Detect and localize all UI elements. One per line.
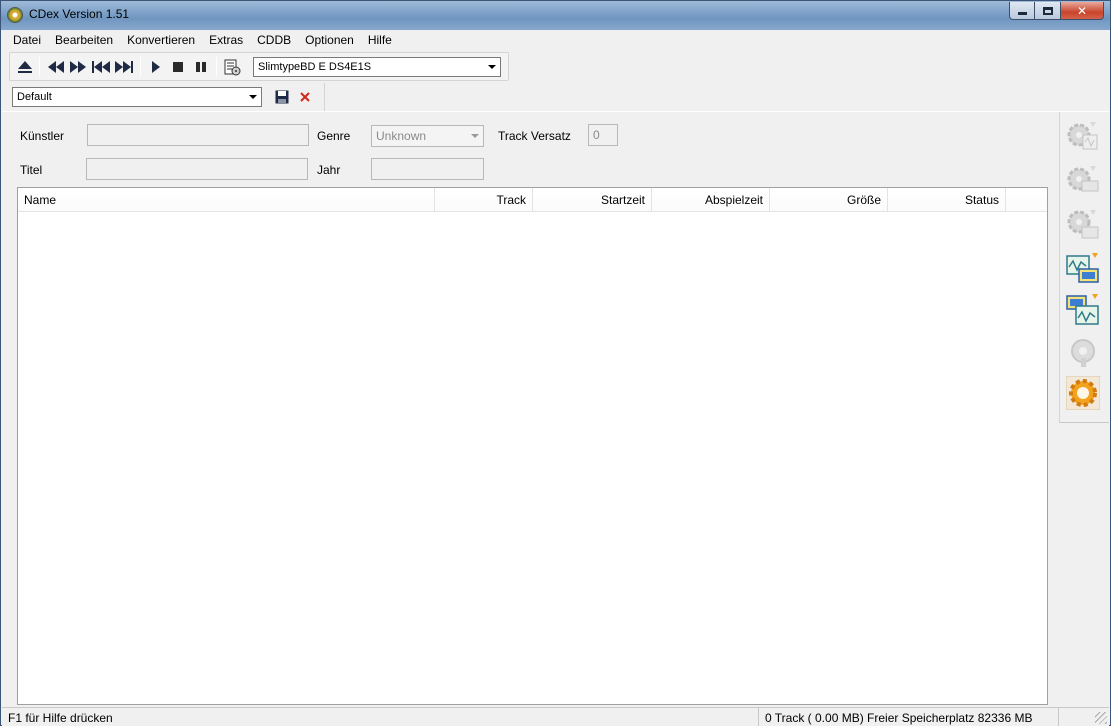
maximize-icon — [1042, 6, 1053, 15]
pause-icon — [196, 62, 206, 72]
menu-konvertieren[interactable]: Konvertieren — [120, 33, 202, 47]
toolbar-separator — [39, 57, 40, 77]
extract-cd-to-wav-icon — [1067, 122, 1098, 150]
menu-datei[interactable]: Datei — [2, 33, 48, 47]
profile-select-value: Default — [17, 91, 52, 103]
rewind-button[interactable] — [46, 58, 66, 76]
delete-profile-button[interactable] — [296, 88, 314, 106]
chevron-down-icon — [249, 95, 257, 99]
artist-input[interactable] — [87, 124, 309, 146]
column-header-play-time[interactable]: Abspielzeit — [652, 188, 770, 212]
rewind-icon — [48, 61, 64, 73]
fast-forward-button[interactable] — [68, 58, 88, 76]
window-title: CDex Version 1.51 — [29, 7, 130, 21]
help-button[interactable] — [1066, 336, 1100, 370]
column-header-track[interactable]: Track — [435, 188, 533, 212]
column-header-start-time[interactable]: Startzeit — [533, 188, 652, 212]
settings-button[interactable] — [1065, 375, 1101, 411]
genre-select-value: Unknown — [376, 129, 427, 143]
stop-button[interactable] — [170, 58, 186, 76]
menu-bar: Datei Bearbeiten Konvertieren Extras CDD… — [2, 30, 1109, 50]
extract-partial-track-button[interactable] — [1066, 207, 1100, 241]
status-help-text: F1 für Hilfe drücken — [8, 711, 113, 725]
year-input[interactable] — [371, 158, 484, 180]
extract-cd-to-mp3-icon — [1067, 166, 1099, 192]
column-header-status[interactable]: Status — [888, 188, 1006, 212]
convert-wav-to-mp3-button[interactable] — [1066, 252, 1100, 286]
title-label: Titel — [20, 163, 43, 177]
profile-toolbar: Default — [9, 83, 325, 111]
title-input[interactable] — [86, 158, 308, 180]
cd-info-icon — [224, 59, 241, 76]
eject-button[interactable] — [16, 58, 34, 76]
profile-select[interactable]: Default — [12, 87, 262, 107]
next-track-icon — [115, 61, 133, 73]
cd-info-button[interactable] — [222, 58, 242, 76]
toolbar-separator — [140, 57, 141, 77]
save-icon — [275, 90, 289, 104]
maximize-button[interactable] — [1035, 2, 1061, 20]
pause-button[interactable] — [193, 58, 209, 76]
year-label: Jahr — [317, 163, 341, 177]
minimize-button[interactable] — [1009, 2, 1035, 20]
sidebar-divider — [1059, 422, 1109, 423]
toolbar-separator — [216, 57, 217, 77]
chevron-down-icon — [488, 65, 496, 69]
extract-partial-icon — [1067, 210, 1099, 239]
convert-mp3-to-wav-icon — [1066, 294, 1099, 325]
window-controls: ✕ — [1009, 2, 1104, 20]
save-profile-button[interactable] — [273, 88, 291, 106]
settings-icon — [1065, 375, 1101, 411]
close-icon: ✕ — [1076, 3, 1088, 18]
cdex-app-icon — [7, 7, 23, 23]
menu-hilfe[interactable]: Hilfe — [361, 33, 399, 47]
convert-mp3-to-wav-button[interactable] — [1066, 293, 1100, 327]
menu-bearbeiten[interactable]: Bearbeiten — [48, 33, 120, 47]
eject-icon — [18, 61, 32, 73]
minimize-icon — [1017, 12, 1027, 15]
app-window: CDex Version 1.51 ✕ Datei Bearbeiten Kon… — [0, 0, 1111, 726]
menu-cddb[interactable]: CDDB — [250, 33, 298, 47]
convert-wav-to-mp3-icon — [1066, 253, 1099, 283]
chevron-down-icon — [471, 134, 479, 138]
track-offset-input[interactable]: 0 — [588, 124, 618, 146]
title-bar[interactable]: CDex Version 1.51 ✕ — [1, 1, 1110, 30]
resize-grip-icon[interactable] — [1095, 712, 1107, 724]
column-header-name[interactable]: Name — [18, 188, 435, 212]
artist-label: Künstler — [20, 129, 65, 143]
menu-optionen[interactable]: Optionen — [298, 33, 361, 47]
close-button[interactable]: ✕ — [1061, 2, 1104, 20]
delete-icon — [300, 92, 310, 102]
fast-forward-icon — [70, 61, 86, 73]
menu-extras[interactable]: Extras — [202, 33, 250, 47]
extract-cd-to-wav-button[interactable] — [1066, 119, 1100, 153]
drive-select[interactable]: SlimtypeBD E DS4E1S — [253, 57, 501, 77]
help-icon — [1071, 339, 1095, 367]
toolbar-divider — [2, 111, 1109, 112]
action-sidebar — [1059, 112, 1109, 422]
track-list[interactable]: Name Track Startzeit Abspielzeit Größe S… — [17, 187, 1048, 705]
extract-cd-to-mp3-button[interactable] — [1066, 163, 1100, 197]
drive-select-value: SlimtypeBD E DS4E1S — [258, 61, 372, 73]
play-button[interactable] — [148, 58, 164, 76]
genre-label: Genre — [317, 129, 351, 143]
stop-icon — [173, 62, 183, 72]
player-toolbar: SlimtypeBD E DS4E1S — [9, 52, 509, 81]
status-track-info: 0 Track ( 0.00 MB) Freier Speicherplatz … — [758, 708, 1059, 726]
status-bar: F1 für Hilfe drücken 0 Track ( 0.00 MB) … — [2, 707, 1109, 726]
next-track-button[interactable] — [114, 58, 134, 76]
play-icon — [152, 61, 160, 73]
genre-select[interactable]: Unknown — [371, 125, 484, 147]
track-offset-label: Track Versatz — [498, 129, 571, 143]
previous-track-icon — [92, 61, 110, 73]
previous-track-button[interactable] — [91, 58, 111, 76]
column-header-size[interactable]: Größe — [770, 188, 888, 212]
track-list-header: Name Track Startzeit Abspielzeit Größe S… — [18, 188, 1047, 212]
